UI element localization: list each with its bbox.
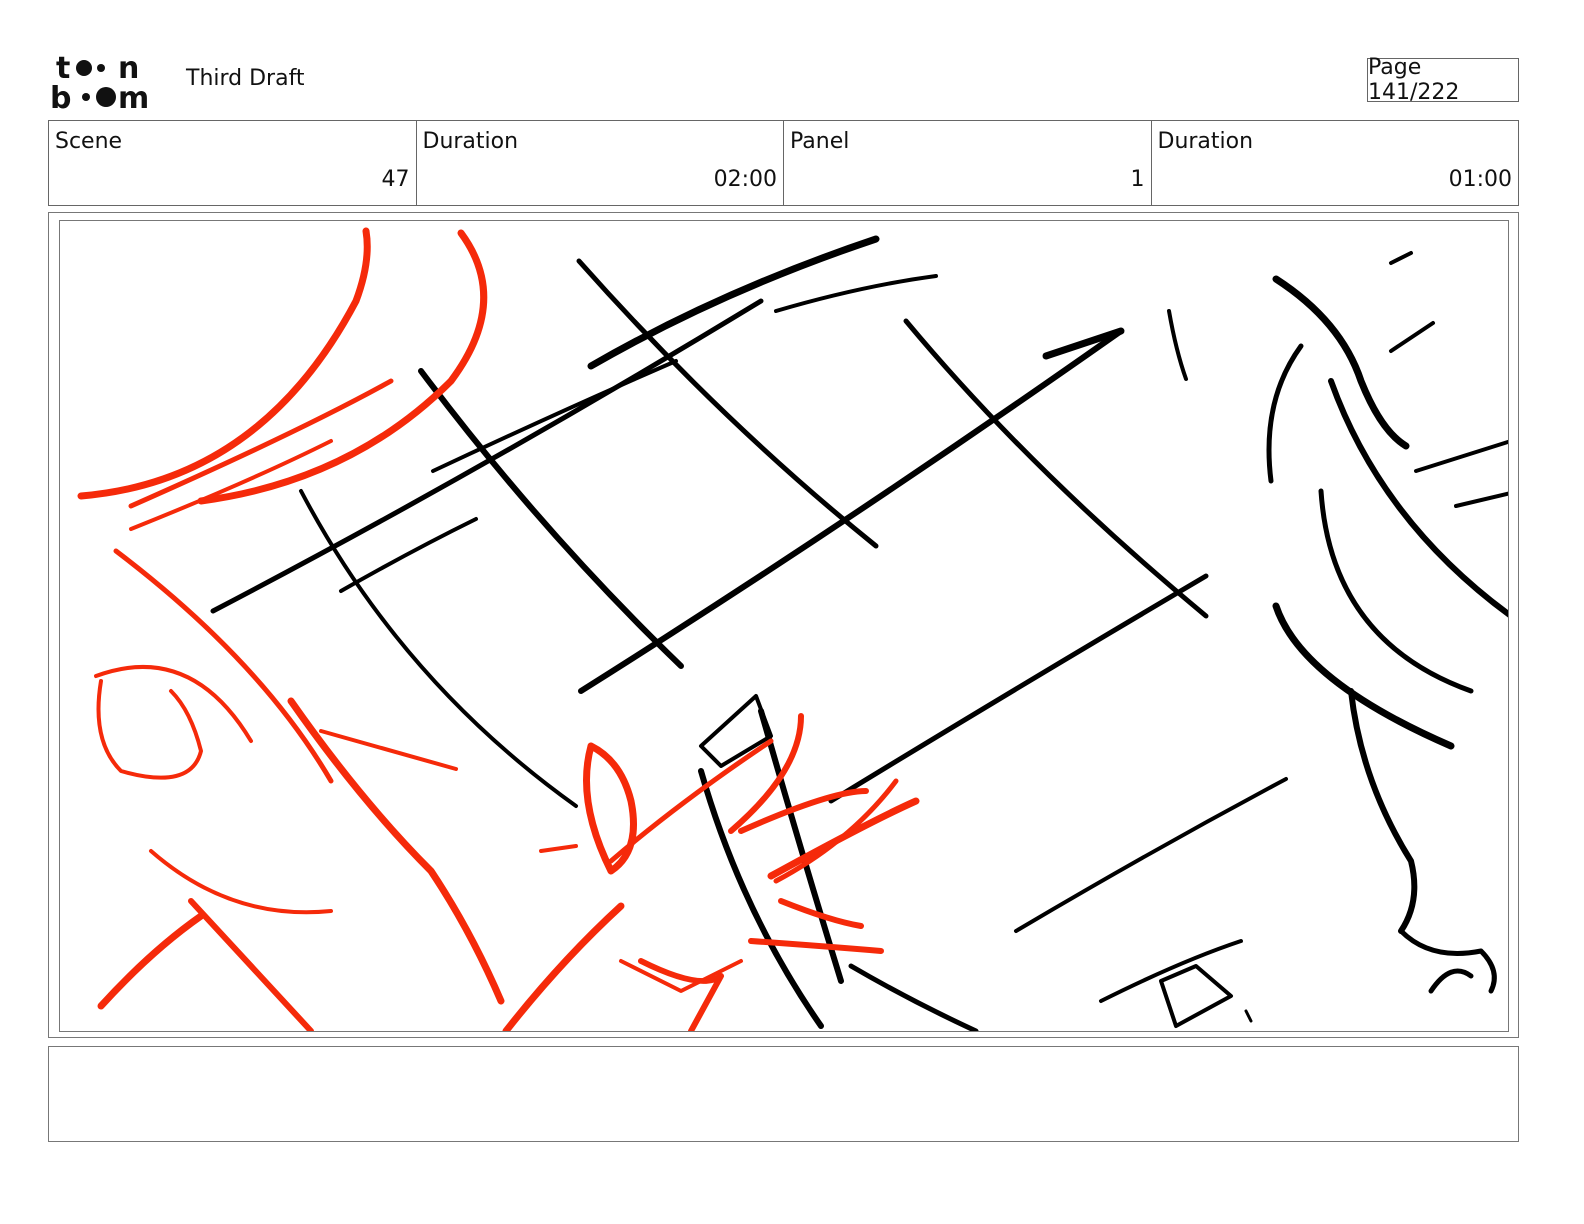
panel-duration-label: Duration	[1157, 129, 1254, 154]
panel-value: 1	[1130, 167, 1145, 192]
scene-value: 47	[381, 167, 410, 192]
scene-cell: Scene 47	[49, 121, 417, 205]
panel-label: Panel	[790, 129, 850, 154]
scene-info-table: Scene 47 Duration 02:00 Panel 1 Duration…	[48, 120, 1519, 206]
black-ink-strokes	[210, 235, 1508, 1031]
sketch-drawing	[77, 227, 1508, 1031]
storyboard-panel	[59, 220, 1509, 1032]
panel-notes-area[interactable]	[48, 1046, 1519, 1142]
svg-text:b: b	[50, 81, 71, 112]
panel-cell: Panel 1	[784, 121, 1152, 205]
toon-boom-logo: t n b m	[50, 50, 166, 116]
scene-duration-label: Duration	[422, 129, 519, 154]
page-indicator: Page 141/222	[1367, 55, 1519, 105]
scene-duration-value: 02:00	[713, 167, 777, 192]
scene-label: Scene	[55, 129, 123, 154]
svg-text:m: m	[118, 81, 149, 112]
panel-duration-cell: Duration 01:00	[1152, 121, 1519, 205]
scene-duration-cell: Duration 02:00	[417, 121, 784, 205]
panel-duration-value: 01:00	[1448, 167, 1512, 192]
red-pencil-strokes	[77, 227, 920, 1031]
document-title: Third Draft	[186, 66, 305, 91]
